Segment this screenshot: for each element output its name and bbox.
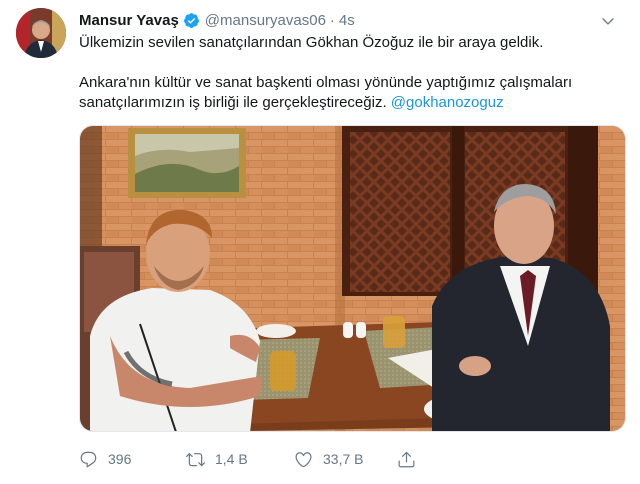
mention-link[interactable]: @gokhanozoguz (391, 94, 504, 111)
separator-dot: · (329, 11, 335, 29)
reply-count: 396 (108, 451, 132, 467)
retweet-button[interactable]: 1,4 B (186, 448, 248, 470)
like-button[interactable]: 33,7 B (294, 448, 363, 470)
avatar[interactable] (16, 8, 66, 58)
tweet-text-line-3-body: sanatçılarımızın iş birliği ile gerçekle… (79, 94, 391, 111)
share-upload-icon (398, 451, 415, 467)
reply-button[interactable]: 396 (79, 448, 131, 470)
tweet-text-line-3: sanatçılarımızın iş birliği ile gerçekle… (79, 93, 624, 113)
heart-icon (295, 451, 312, 467)
tweet-photo[interactable] (79, 125, 626, 432)
tweet-text: Ülkemizin sevilen sanatçılarından Gökhan… (79, 33, 624, 113)
retweet-count: 1,4 B (215, 451, 248, 467)
tweet-text-line-2: Ankara'nın kültür ve sanat başkenti olma… (79, 74, 573, 91)
tweet-header: Mansur Yavaş @mansuryavas06 · 4s (79, 10, 355, 30)
like-count: 33,7 B (323, 451, 364, 467)
tweet-card[interactable]: Mansur Yavaş @mansuryavas06 · 4s Ülkemiz… (0, 0, 640, 484)
chevron-down-icon[interactable] (600, 13, 616, 29)
retweet-icon (186, 452, 205, 466)
share-button[interactable] (397, 448, 426, 470)
tweet-actions: 396 1,4 B 33,7 B (79, 448, 479, 470)
reply-bubble-icon (80, 451, 97, 467)
timestamp[interactable]: 4s (339, 12, 355, 29)
display-name[interactable]: Mansur Yavaş (79, 12, 179, 29)
verified-badge-icon (183, 12, 200, 29)
tweet-text-line-1: Ülkemizin sevilen sanatçılarından Gökhan… (79, 34, 544, 51)
handle[interactable]: @mansuryavas06 (205, 12, 326, 29)
